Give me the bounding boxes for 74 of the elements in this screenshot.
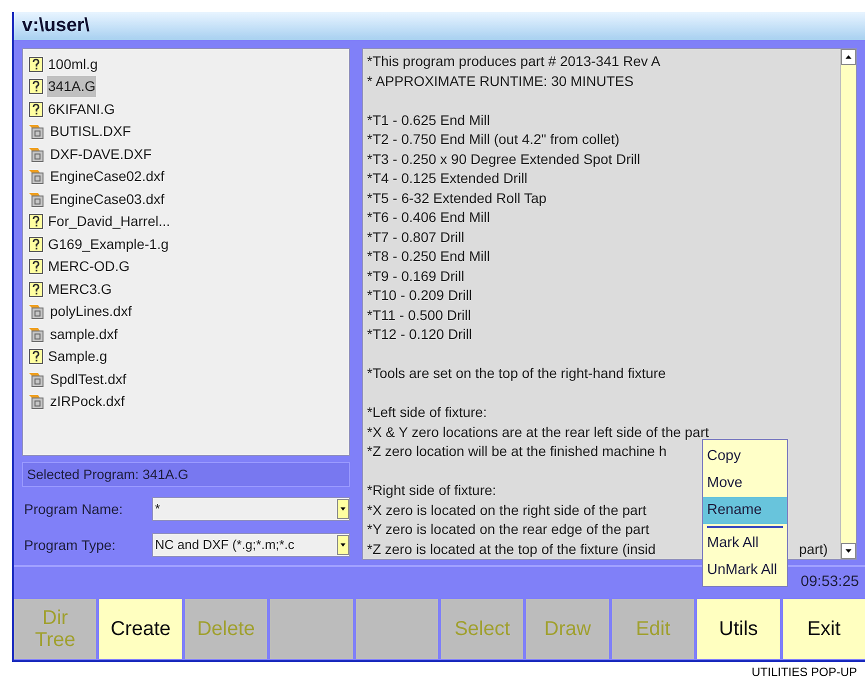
file-item[interactable]: BUTISL.DXF <box>49 121 132 142</box>
drawing-file-icon <box>29 326 45 342</box>
window-title: v:\user\ <box>22 14 90 38</box>
question-file-icon <box>29 79 43 94</box>
file-item[interactable]: SpdlTest.dxf <box>49 368 128 390</box>
program-line: *T8 - 0.250 End Mill <box>367 247 490 266</box>
question-file-icon <box>29 259 43 274</box>
program-line: *T6 - 0.406 End Mill <box>367 208 490 227</box>
file-item[interactable]: EngineCase03.dxf <box>49 188 166 210</box>
dropdown-field[interactable]: NC and DXF (*.g;*.m;*.c <box>152 533 350 557</box>
program-line: *T2 - 0.750 End Mill (out 4.2" from collet) <box>367 130 620 149</box>
program-line: *Z zero location will be at the finished machine h <box>367 442 667 461</box>
program-line: *X zero is located on the right side of the part <box>367 500 646 520</box>
caption: UTILITIES POP-UP <box>752 664 857 681</box>
menu-item[interactable]: Mark All <box>703 530 787 557</box>
drawing-file-icon <box>29 192 45 207</box>
menu-item[interactable]: Copy <box>703 443 787 470</box>
program-line: *This program produces part # 2013-341 Rev A <box>367 52 660 71</box>
program-line: * APPROXIMATE RUNTIME: 30 MINUTES <box>367 72 634 90</box>
program-line: *T3 - 0.250 x 90 Degree Extended Spot Drill <box>367 150 640 169</box>
file-item[interactable]: 100ml.g <box>47 54 99 75</box>
menu-item[interactable]: UnMark All <box>703 557 787 584</box>
program-line: *T9 - 0.169 Drill <box>367 266 464 286</box>
file-item[interactable]: MERC-OD.G <box>47 256 131 278</box>
file-item[interactable]: polyLines.dxf <box>49 301 133 322</box>
program-line: *T4 - 0.125 Extended Drill <box>367 169 528 188</box>
file-item[interactable]: DXF-DAVE.DXF <box>49 144 153 165</box>
program-line: *T11 - 0.500 Drill <box>367 306 472 324</box>
file-item[interactable]: MERC3.G <box>47 278 113 300</box>
program-line: *Z zero is located at the top of the fixture (insid <box>367 540 656 559</box>
scrollbar[interactable] <box>840 49 856 559</box>
drawing-file-icon <box>29 372 45 387</box>
file-item[interactable]: For_David_Harrel... <box>47 211 172 232</box>
program-line: *T1 - 0.625 End Mill <box>367 110 490 130</box>
question-file-icon <box>29 56 43 72</box>
file-item[interactable]: G169_Example-1.g <box>47 234 170 255</box>
toolbar-button[interactable]: Exit <box>782 599 865 660</box>
program-line: *Y zero is located on the rear edge of the part <box>367 520 650 539</box>
drawing-file-icon <box>29 394 45 410</box>
file-item[interactable]: 341A.G <box>47 76 96 98</box>
program-line: *Tools are set on the top of the right-hand fixture <box>367 364 666 383</box>
toolbar-button[interactable]: Create <box>99 599 182 660</box>
scroll-down-icon[interactable] <box>841 543 856 559</box>
program-line: *T12 - 0.120 Drill <box>367 325 472 344</box>
file-item[interactable]: zIRPock.dxf <box>49 391 126 412</box>
toolbar-button[interactable]: Utils <box>697 599 780 660</box>
drawing-file-icon <box>29 146 45 162</box>
program-line: *X & Y zero locations are at the rear left side of the part <box>367 422 709 442</box>
clock-time: 09:53:25 <box>800 572 859 592</box>
field-label: Program Name: <box>23 500 124 519</box>
field-label: Program Type: <box>23 536 117 555</box>
file-item[interactable]: Sample.g <box>47 346 108 368</box>
program-line: *Left side of fixture: <box>367 403 487 422</box>
dropdown-field[interactable]: * <box>152 497 350 521</box>
drawing-file-icon <box>29 304 45 320</box>
question-file-icon <box>29 236 43 252</box>
program-line: part) <box>799 540 828 559</box>
question-file-icon <box>29 214 43 230</box>
drawing-file-icon <box>29 124 45 140</box>
drawing-file-icon <box>29 169 45 184</box>
program-line: *T5 - 6-32 Extended Roll Tap <box>367 188 547 208</box>
program-line: *T7 - 0.807 Drill <box>367 228 464 246</box>
question-file-icon <box>29 349 43 364</box>
menu-item[interactable]: Rename <box>703 497 787 524</box>
menu-item[interactable]: Move <box>703 470 787 497</box>
file-item[interactable]: 6KIFANI.G <box>47 98 116 120</box>
file-item[interactable]: sample.dxf <box>49 324 119 345</box>
scroll-up-icon[interactable] <box>841 49 856 65</box>
question-file-icon <box>29 282 43 297</box>
file-item[interactable]: EngineCase02.dxf <box>49 166 166 188</box>
question-file-icon <box>29 102 43 117</box>
selected-program-label: Selected Program: 341A.G <box>22 462 350 487</box>
program-line: *Right side of fixture: <box>367 481 496 500</box>
program-line: *T10 - 0.209 Drill <box>367 286 472 305</box>
